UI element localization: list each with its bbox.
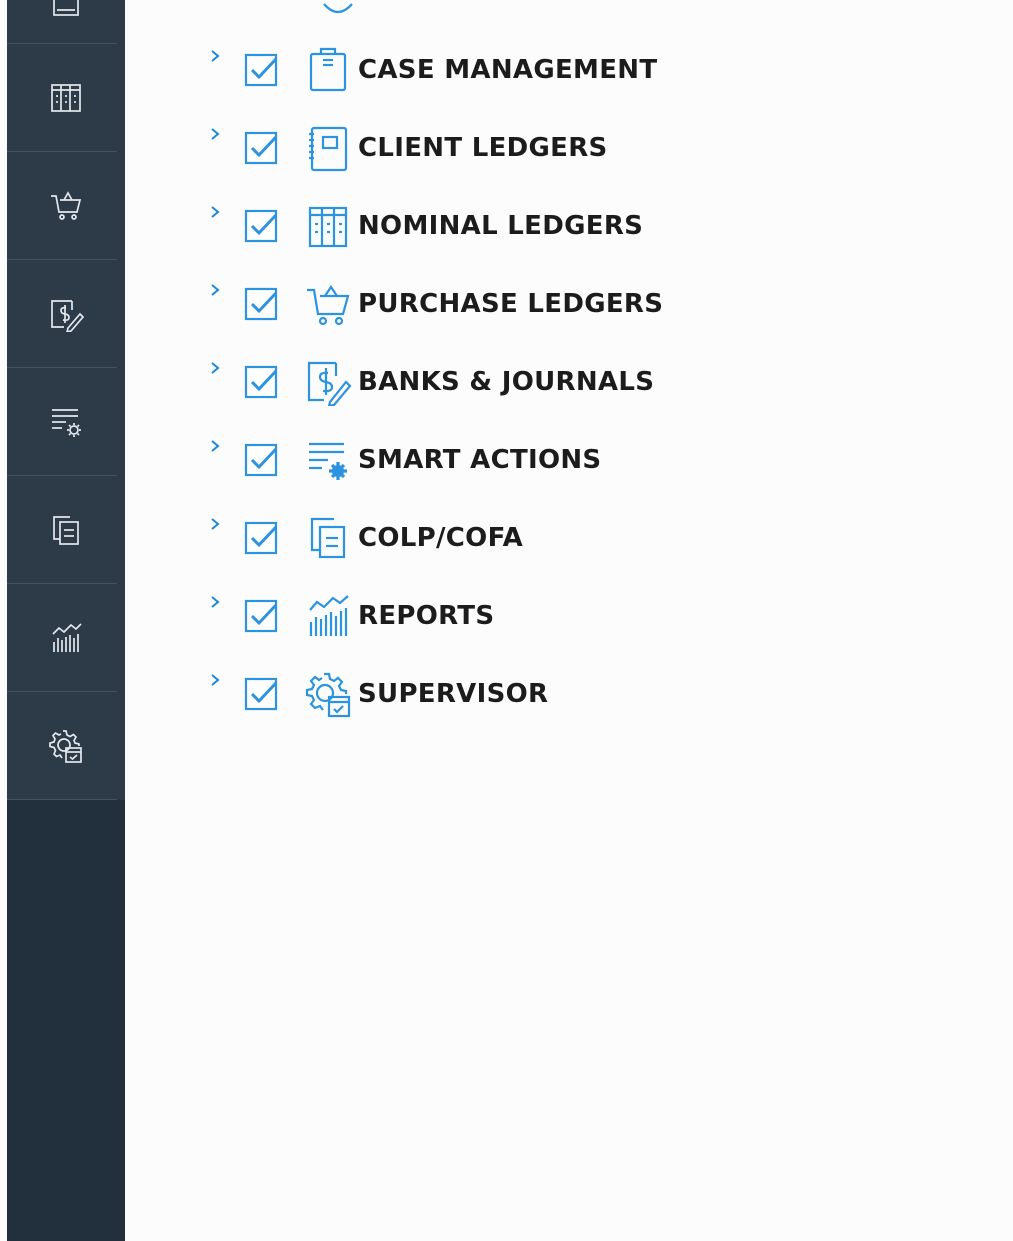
nominal-ledger-icon (51, 84, 81, 112)
checkbox-checked[interactable] (244, 677, 278, 711)
checkbox-checked[interactable] (244, 287, 278, 321)
tree-item-label: COLP/COFA (358, 523, 524, 553)
tree-item-label: SMART ACTIONS (358, 445, 602, 475)
colp-cofa-icon (53, 516, 79, 545)
checkbox-checked[interactable] (244, 131, 278, 165)
checkbox-checked[interactable] (244, 209, 278, 243)
supervisor-gear-icon (49, 730, 82, 763)
tree-item-reports: REPORTS (205, 595, 495, 636)
sidebar (7, 0, 125, 1241)
tree-item-nominal-ledgers: NOMINAL LEDGERS (205, 205, 644, 248)
checkbox-checked[interactable] (244, 443, 278, 477)
tree-item-supervisor: SUPERVISOR (205, 672, 549, 718)
nominal-ledger-icon (304, 202, 358, 250)
banks-journal-icon (51, 300, 84, 332)
tree-item-label: CASE MANAGEMENT (358, 55, 658, 85)
checkbox-checked[interactable] (244, 365, 278, 399)
smart-actions-icon (304, 436, 358, 484)
sidebar-nav (7, 0, 125, 800)
shopping-cart-icon (51, 191, 82, 220)
tree-item-label: CLIENT LEDGERS (358, 133, 608, 163)
tree-item-case-management: CASE MANAGEMENT (205, 47, 658, 92)
case-management-icon (304, 46, 358, 94)
supervisor-gear-icon (304, 670, 358, 718)
tree-item-banks-journals: BANKS & JOURNALS (205, 361, 655, 406)
tree-item-client-ledgers: CLIENT LEDGERS (205, 126, 608, 172)
chevron-right-icon[interactable] (205, 673, 225, 703)
chevron-right-icon[interactable] (205, 361, 225, 391)
chevron-right-icon[interactable] (205, 517, 225, 547)
chevron-right-icon[interactable] (205, 283, 225, 313)
sidebar-item-nominal-ledgers[interactable] (7, 44, 125, 152)
tree-item-label: NOMINAL LEDGERS (358, 211, 644, 241)
sidebar-item-reports[interactable] (7, 584, 125, 692)
smart-actions-icon (52, 409, 81, 437)
tree-item-label: PURCHASE LEDGERS (358, 289, 664, 319)
tree-item-colp-cofa: COLP/COFA (205, 517, 524, 559)
tree-item-purchase-ledgers: PURCHASE LEDGERS (205, 283, 664, 326)
sidebar-item-smart-actions[interactable] (7, 368, 125, 476)
checkbox-checked[interactable] (244, 521, 278, 555)
tree-item-label: REPORTS (358, 601, 495, 631)
sidebar-item-doc[interactable] (7, 0, 125, 43)
tree-item-label: BANKS & JOURNALS (358, 367, 655, 397)
tree-item-smart-actions: SMART ACTIONS (205, 440, 601, 480)
chevron-right-icon[interactable] (205, 49, 225, 79)
banks-journal-icon (304, 358, 358, 406)
checkbox-checked[interactable] (244, 599, 278, 633)
sidebar-divider (7, 799, 117, 800)
chevron-right-icon[interactable] (205, 595, 225, 625)
sidebar-item-purchase-ledgers[interactable] (7, 152, 125, 260)
chevron-right-icon[interactable] (205, 127, 225, 157)
sidebar-item-colp-cofa[interactable] (7, 476, 125, 584)
chevron-right-icon[interactable] (205, 205, 225, 235)
sidebar-item-supervisor[interactable] (7, 692, 125, 800)
tree-item-label: SUPERVISOR (358, 679, 549, 709)
client-ledger-icon (304, 124, 358, 172)
reports-chart-icon (52, 623, 82, 652)
sidebar-item-banks-journals[interactable] (7, 260, 125, 368)
chevron-right-icon[interactable] (205, 439, 225, 469)
partial-tree-icon (323, 3, 353, 14)
checkbox-checked[interactable] (244, 53, 278, 87)
shopping-cart-icon (304, 280, 358, 328)
colp-cofa-icon (304, 514, 358, 562)
doc-partial-icon (53, 0, 79, 16)
reports-chart-icon (304, 592, 358, 640)
